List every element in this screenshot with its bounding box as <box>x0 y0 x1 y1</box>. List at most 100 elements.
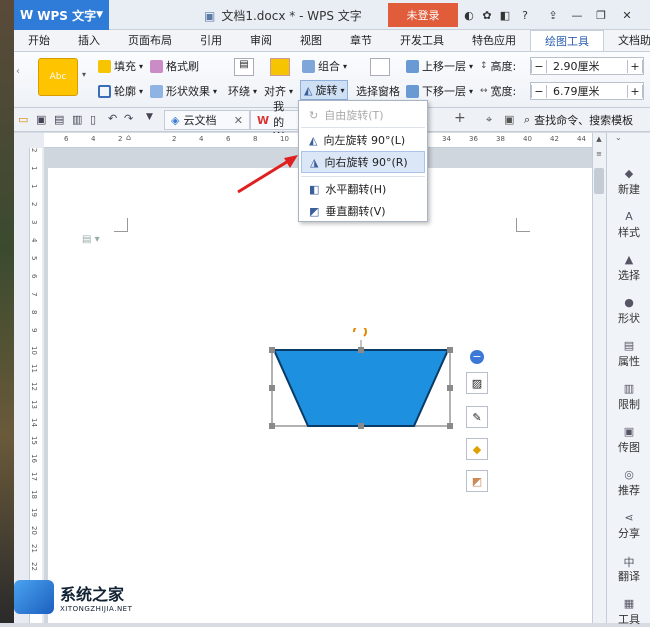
edit-shape-button[interactable]: ✎ <box>466 406 488 428</box>
indent-marker[interactable]: ⌂ <box>126 133 132 148</box>
panel-item-new[interactable]: ◆ 新建 <box>607 167 650 197</box>
tab-drawing-tools[interactable]: 绘图工具 <box>530 30 604 51</box>
selection-pane-button[interactable]: 选择窗格 <box>356 83 400 99</box>
shape-fill-button[interactable]: ◆ <box>466 438 488 460</box>
scroll-left-icon[interactable]: ‹ <box>16 66 26 88</box>
layout-options-button[interactable]: ▨ <box>466 372 488 394</box>
new-tab-icon[interactable]: + <box>454 110 466 126</box>
feedback-icon[interactable]: ◧ <box>498 8 512 22</box>
scroll-thumb[interactable] <box>594 168 604 194</box>
pin-icon[interactable]: ⌖ <box>486 113 492 127</box>
minimize-icon[interactable]: — <box>570 8 584 22</box>
customize-icon[interactable]: ▼ <box>146 112 153 122</box>
undo-icon[interactable]: ↶ <box>108 112 117 125</box>
send-backward-button[interactable]: 下移一层 ▾ <box>406 83 473 99</box>
wps-menu-button[interactable]: W WPS 文字 ▼ <box>14 0 109 30</box>
document-small-icon[interactable]: ▯ <box>90 113 96 126</box>
paint-bucket-icon: ◆ <box>472 442 482 456</box>
ruler-tick-label: 4 <box>91 135 96 143</box>
panel-item-recommend[interactable]: ◎ 推荐 <box>607 468 650 498</box>
panel-item-label: 限制 <box>618 398 640 411</box>
fill-button[interactable]: 填充 ▾ <box>98 58 143 74</box>
style-more-icon[interactable]: ▾ <box>82 70 90 79</box>
trapezoid[interactable] <box>272 349 450 427</box>
doc-tab-my[interactable]: W 我的W <box>250 100 300 143</box>
help-icon[interactable]: ? <box>518 8 532 22</box>
ruler-tick-label: 15 <box>30 436 38 445</box>
close-icon[interactable]: ✕ <box>620 8 634 22</box>
ruler-corner <box>14 133 44 148</box>
tab-insert[interactable]: 插入 <box>64 30 114 51</box>
ruler-tick-label: 11 <box>30 364 38 373</box>
rotate-button[interactable]: ◭ 旋转 ▾ <box>300 80 349 100</box>
shape-outline-button[interactable]: ◩ <box>466 470 488 492</box>
scroll-up-icon[interactable]: ▲ <box>594 135 604 145</box>
upload-icon[interactable]: ⇪ <box>546 8 560 22</box>
panel-item-style[interactable]: A 样式 <box>607 210 650 240</box>
rotate-left-icon: ◭ <box>309 133 318 147</box>
panel-item-properties[interactable]: ▤ 属性 <box>607 339 650 369</box>
redo-icon[interactable]: ↷ <box>124 112 133 125</box>
tab-home[interactable]: 开始 <box>14 30 64 51</box>
ruler-tick-label: 2 <box>172 135 177 143</box>
tab-developer[interactable]: 开发工具 <box>386 30 458 51</box>
search-command[interactable]: ⌕ 查找命令、搜索模板 <box>524 112 633 128</box>
tab-section[interactable]: 章节 <box>336 30 386 51</box>
panel-item-send-image[interactable]: ▣ 传图 <box>607 425 650 455</box>
effect-icon <box>150 84 163 98</box>
print-icon[interactable]: ▥ <box>72 113 82 126</box>
width-stepper[interactable]: − 6.79厘米 + <box>530 82 644 100</box>
watermark: 系统之家 XITONGZHIJIA.NET <box>14 574 164 620</box>
doc-tab-cloud[interactable]: ◈ 云文档 ✕ <box>164 110 250 130</box>
open-icon[interactable]: ▭ <box>18 113 28 126</box>
menu-item-rotate-left[interactable]: ◭ 向左旋转 90°(L) <box>301 129 425 151</box>
rotation-handle[interactable] <box>353 328 367 337</box>
panel-item-restrict[interactable]: ▥ 限制 <box>607 382 650 412</box>
share-small-icon[interactable]: ▣ <box>504 113 514 126</box>
login-button[interactable]: 未登录 <box>388 3 458 27</box>
shape-effect-button[interactable]: 形状效果 ▾ <box>150 83 217 99</box>
tab-references[interactable]: 引用 <box>186 30 236 51</box>
outline-button[interactable]: 轮廓 ▾ <box>98 83 143 99</box>
width-value[interactable]: 6.79厘米 <box>547 83 627 99</box>
skin-icon[interactable]: ◐ <box>462 8 476 22</box>
menu-item-flip-vertical[interactable]: ◩ 垂直翻转(V) <box>301 200 425 222</box>
vertical-scrollbar[interactable] <box>592 133 606 623</box>
panel-collapse-icon[interactable]: ⌄ <box>615 133 643 142</box>
wrap-button[interactable]: 环绕 ▾ <box>228 83 257 99</box>
tab-layout[interactable]: 页面布局 <box>114 30 186 51</box>
shape-style-preview[interactable]: Abc <box>38 58 78 96</box>
scroll-handle-icon[interactable]: ≡ <box>594 150 604 162</box>
collapse-tools-icon[interactable]: − <box>470 350 484 364</box>
close-tab-icon[interactable]: ✕ <box>234 114 243 127</box>
height-value[interactable]: 2.90厘米 <box>547 58 627 74</box>
watermark-title: 系统之家 <box>60 585 125 604</box>
menu-item-flip-horizontal[interactable]: ◧ 水平翻转(H) <box>301 178 425 200</box>
ribbon-tabs: 开始 插入 页面布局 引用 审阅 视图 章节 开发工具 特色应用 绘图工具 文档… <box>14 30 650 52</box>
group-button[interactable]: 组合 ▾ <box>302 58 347 74</box>
bring-forward-button[interactable]: 上移一层 ▾ <box>406 58 473 74</box>
panel-item-label: 分享 <box>618 527 640 540</box>
tab-doc-assistant[interactable]: 文档助手 <box>604 30 650 51</box>
format-painter-button[interactable]: 格式刷 <box>150 58 199 74</box>
panel-item-share[interactable]: ⋖ 分享 <box>607 511 650 541</box>
paragraph-icon[interactable]: ▤ ▾ <box>82 234 100 245</box>
save-icon[interactable]: ▣ <box>36 113 46 126</box>
panel-item-select[interactable]: ▲ 选择 <box>607 253 650 283</box>
menu-item-free-rotate[interactable]: ↻ 自由旋转(T) <box>301 104 425 126</box>
trapezoid-shape[interactable] <box>264 328 464 438</box>
settings-icon[interactable]: ✿ <box>480 8 494 22</box>
panel-item-shape[interactable]: ● 形状 <box>607 296 650 326</box>
height-increment-button[interactable]: + <box>627 59 643 73</box>
menu-item-rotate-right[interactable]: ◮ 向右旋转 90°(R) <box>301 151 425 173</box>
print-preview-icon[interactable]: ▤ <box>54 113 64 126</box>
height-stepper[interactable]: − 2.90厘米 + <box>530 57 644 75</box>
width-increment-button[interactable]: + <box>627 84 643 98</box>
panel-item-translate[interactable]: 中翻译 <box>607 554 650 584</box>
width-decrement-button[interactable]: − <box>531 84 547 98</box>
tab-features[interactable]: 特色应用 <box>458 30 530 51</box>
height-decrement-button[interactable]: − <box>531 59 547 73</box>
tab-review[interactable]: 审阅 <box>236 30 286 51</box>
restore-icon[interactable]: ❐ <box>594 8 608 22</box>
tab-view[interactable]: 视图 <box>286 30 336 51</box>
